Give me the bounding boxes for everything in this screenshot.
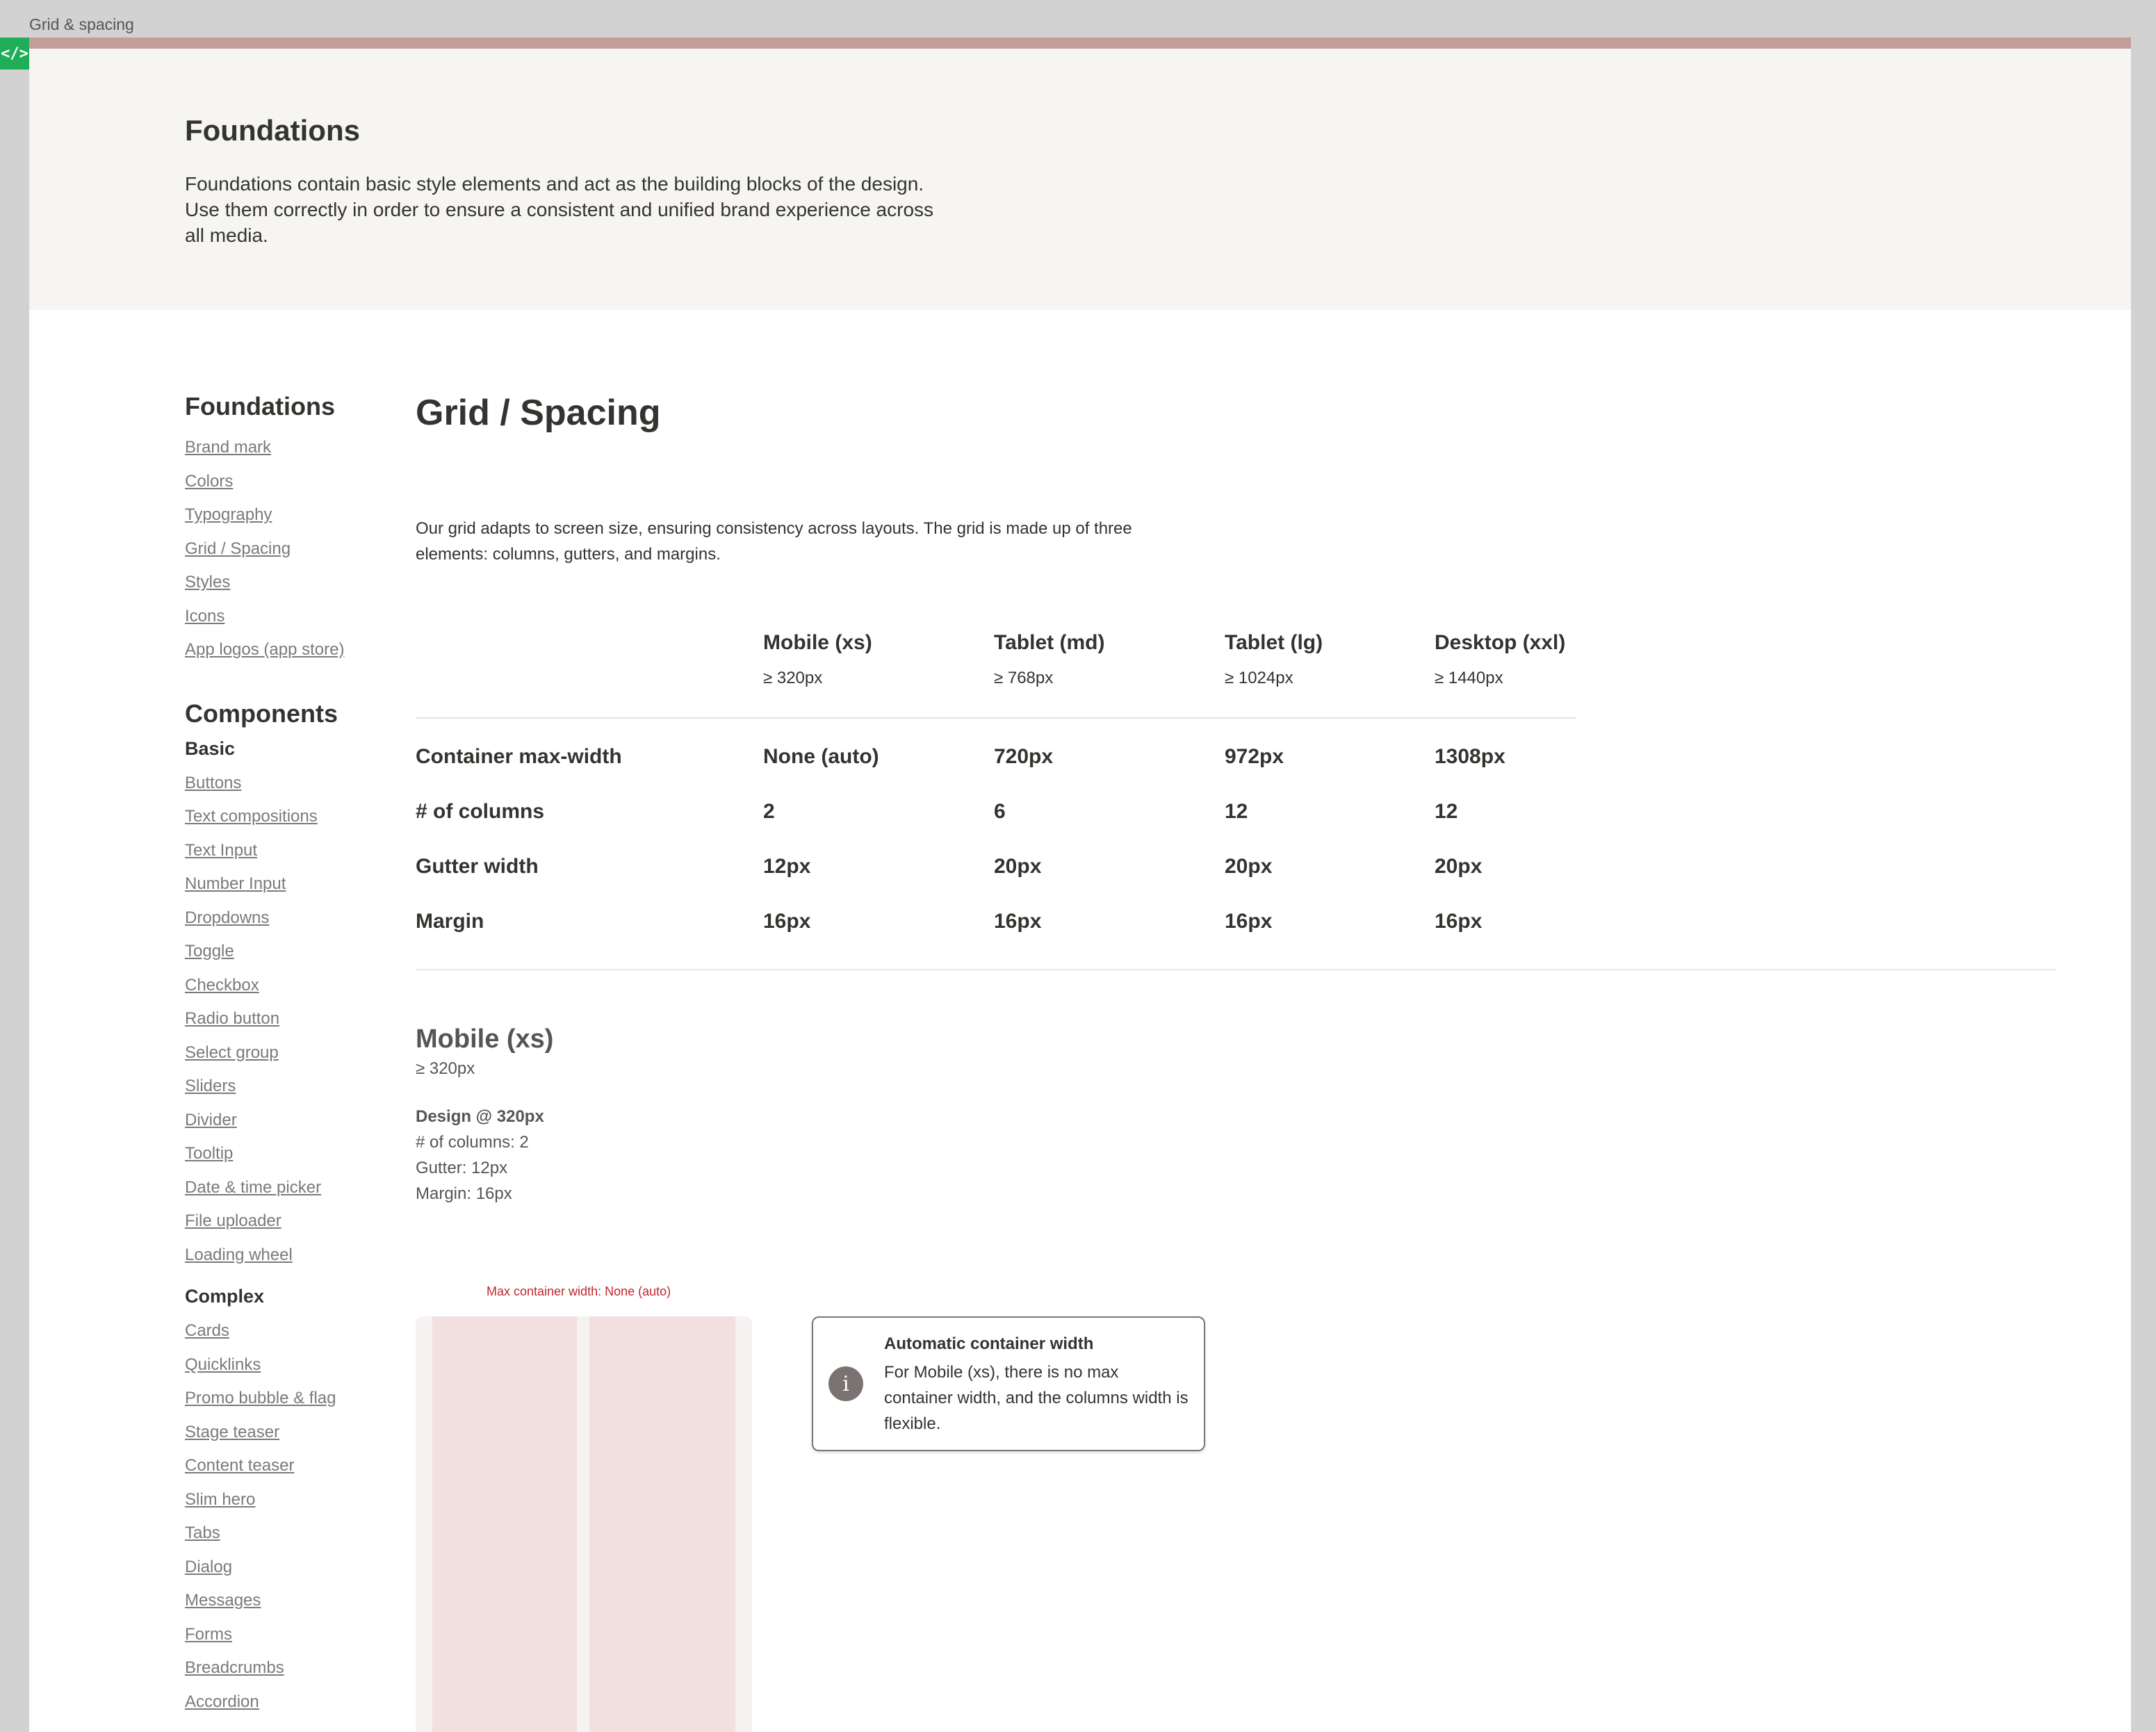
sidebar-subheading-basic: Basic xyxy=(185,737,236,759)
sidebar-heading-foundations: Foundations xyxy=(185,392,335,420)
bp-min-tablet-lg: ≥ 1024px xyxy=(1225,669,1293,687)
sidebar-link-loading-wheel[interactable]: Loading wheel xyxy=(185,1239,386,1273)
table-divider xyxy=(416,717,1576,719)
window-title: Grid & spacing xyxy=(29,15,134,33)
sidebar-link-number-input[interactable]: Number Input xyxy=(185,867,386,901)
sidebar-nav: Foundations Brand mark Colors Typography… xyxy=(185,392,386,1719)
design-gutter: Gutter: 12px xyxy=(416,1159,508,1177)
hero-description: Foundations contain basic style elements… xyxy=(185,173,934,246)
sidebar-subheading-complex: Complex xyxy=(185,1286,265,1307)
sidebar-link-radio-button[interactable]: Radio button xyxy=(185,1002,386,1036)
sidebar-link-colors[interactable]: Colors xyxy=(185,465,386,499)
sidebar-link-icons[interactable]: Icons xyxy=(185,600,386,634)
cell-columns-lg: 12 xyxy=(1225,800,1248,823)
sidebar-link-styles[interactable]: Styles xyxy=(185,566,386,600)
sidebar-link-stage-teaser[interactable]: Stage teaser xyxy=(185,1416,386,1450)
sidebar-heading-components: Components xyxy=(185,698,338,728)
design-specs: Design @ 320px # of columns: 2 Gutter: 1… xyxy=(416,1104,544,1207)
sidebar-link-forms[interactable]: Forms xyxy=(185,1618,386,1652)
cell-gutter-xs: 12px xyxy=(763,855,811,878)
sidebar-link-buttons[interactable]: Buttons xyxy=(185,767,386,801)
max-container-width-label: Max container width: None (auto) xyxy=(487,1284,671,1298)
sidebar-link-text-compositions[interactable]: Text compositions xyxy=(185,800,386,834)
grid-column xyxy=(589,1316,735,1732)
sidebar-link-quicklinks[interactable]: Quicklinks xyxy=(185,1348,386,1382)
sidebar-link-accordion[interactable]: Accordion xyxy=(185,1685,386,1719)
cell-margin-md: 16px xyxy=(994,910,1042,933)
info-icon: i xyxy=(828,1366,863,1401)
bp-header-desktop-xxl: Desktop (xxl) xyxy=(1435,631,1566,654)
cell-max-width-xxl: 1308px xyxy=(1435,745,1505,768)
cell-columns-md: 6 xyxy=(994,800,1006,823)
page-title: Grid / Spacing xyxy=(416,393,661,433)
sidebar-link-breadcrumbs[interactable]: Breadcrumbs xyxy=(185,1651,386,1685)
cell-max-width-xs: None (auto) xyxy=(763,745,879,768)
sidebar-link-slim-hero[interactable]: Slim hero xyxy=(185,1483,386,1517)
bp-header-tablet-md: Tablet (md) xyxy=(994,631,1105,654)
sidebar-link-messages[interactable]: Messages xyxy=(185,1584,386,1618)
mobile-grid-preview xyxy=(416,1316,752,1732)
sidebar-link-checkbox[interactable]: Checkbox xyxy=(185,969,386,1003)
page: Foundations Foundations contain basic st… xyxy=(29,38,2131,1732)
sidebar-link-toggle[interactable]: Toggle xyxy=(185,935,386,969)
section-divider xyxy=(416,969,2056,970)
cell-gutter-lg: 20px xyxy=(1225,855,1273,878)
hero-section: Foundations Foundations contain basic st… xyxy=(29,49,2131,310)
sidebar-link-sliders[interactable]: Sliders xyxy=(185,1070,386,1104)
row-label-margin: Margin xyxy=(416,910,484,933)
cell-margin-lg: 16px xyxy=(1225,910,1273,933)
row-label-gutter-width: Gutter width xyxy=(416,855,539,878)
mobile-section-subtitle: ≥ 320px xyxy=(416,1059,475,1078)
sidebar-link-dropdowns[interactable]: Dropdowns xyxy=(185,901,386,936)
row-label-container-max-width: Container max-width xyxy=(416,745,622,768)
sidebar-link-content-teaser[interactable]: Content teaser xyxy=(185,1449,386,1483)
sidebar-link-date-time-picker[interactable]: Date & time picker xyxy=(185,1171,386,1205)
sidebar-link-app-logos[interactable]: App logos (app store) xyxy=(185,633,386,667)
info-callout: i Automatic container width For Mobile (… xyxy=(812,1316,1205,1451)
sidebar-link-grid-spacing[interactable]: Grid / Spacing xyxy=(185,532,386,566)
sidebar-link-tabs[interactable]: Tabs xyxy=(185,1517,386,1551)
row-label-columns: # of columns xyxy=(416,800,545,823)
sidebar-link-brand-mark[interactable]: Brand mark xyxy=(185,431,386,465)
cell-margin-xxl: 16px xyxy=(1435,910,1483,933)
design-margin: Margin: 16px xyxy=(416,1184,512,1203)
hero-title: Foundations xyxy=(185,114,360,147)
intro-text: Our grid adapts to screen size, ensuring… xyxy=(416,519,1132,564)
info-title: Automatic container width xyxy=(884,1334,1094,1353)
cell-margin-xs: 16px xyxy=(763,910,811,933)
mobile-section-title: Mobile (xs) xyxy=(416,1024,554,1054)
bp-min-tablet-md: ≥ 768px xyxy=(994,669,1054,687)
sidebar-link-text-input[interactable]: Text Input xyxy=(185,834,386,868)
sidebar-link-typography[interactable]: Typography xyxy=(185,498,386,532)
bp-header-tablet-lg: Tablet (lg) xyxy=(1225,631,1323,654)
code-icon[interactable]: </> xyxy=(0,38,29,70)
cell-columns-xxl: 12 xyxy=(1435,800,1458,823)
top-accent-bar xyxy=(29,38,2131,49)
bp-min-mobile-xs: ≥ 320px xyxy=(763,669,823,687)
sidebar-link-dialog[interactable]: Dialog xyxy=(185,1551,386,1585)
sidebar-link-cards[interactable]: Cards xyxy=(185,1314,386,1348)
sidebar-link-file-uploader[interactable]: File uploader xyxy=(185,1204,386,1239)
bp-min-desktop-xxl: ≥ 1440px xyxy=(1435,669,1503,687)
sidebar-link-promo-bubble-flag[interactable]: Promo bubble & flag xyxy=(185,1382,386,1416)
cell-max-width-md: 720px xyxy=(994,745,1054,768)
design-columns: # of columns: 2 xyxy=(416,1133,529,1152)
grid-column xyxy=(432,1316,577,1732)
cell-gutter-md: 20px xyxy=(994,855,1042,878)
sidebar-link-tooltip[interactable]: Tooltip xyxy=(185,1137,386,1171)
bp-header-mobile-xs: Mobile (xs) xyxy=(763,631,872,654)
info-body: For Mobile (xs), there is no max contain… xyxy=(884,1363,1189,1433)
sidebar-link-select-group[interactable]: Select group xyxy=(185,1036,386,1070)
sidebar-link-divider[interactable]: Divider xyxy=(185,1104,386,1138)
cell-max-width-lg: 972px xyxy=(1225,745,1284,768)
cell-columns-xs: 2 xyxy=(763,800,775,823)
design-title: Design @ 320px xyxy=(416,1107,544,1126)
cell-gutter-xxl: 20px xyxy=(1435,855,1483,878)
